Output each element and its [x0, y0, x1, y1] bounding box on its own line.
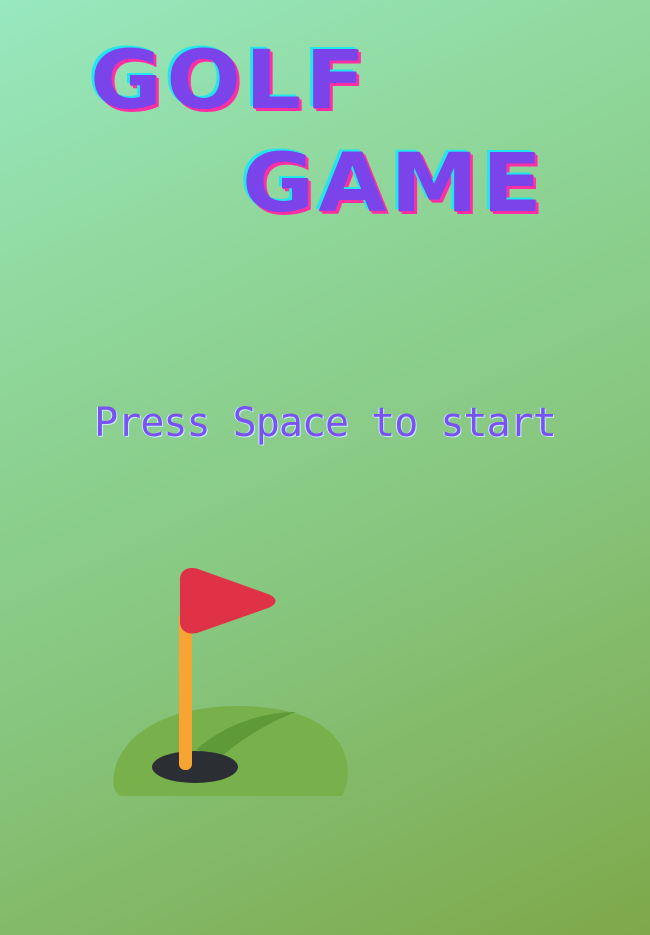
game-title-line-1: GOLF — [90, 32, 370, 128]
putting-green — [113, 706, 348, 796]
flag-pole — [179, 612, 192, 770]
golf-flag-hole-icon — [113, 568, 348, 796]
game-title-line-2: GAME — [242, 135, 547, 231]
flag-pennant — [180, 568, 276, 634]
start-prompt: Press Space to start — [94, 400, 557, 446]
hole — [152, 751, 238, 783]
game-start-screen[interactable]: { "title": { "line1": "GOLF", "line2": "… — [0, 0, 650, 935]
